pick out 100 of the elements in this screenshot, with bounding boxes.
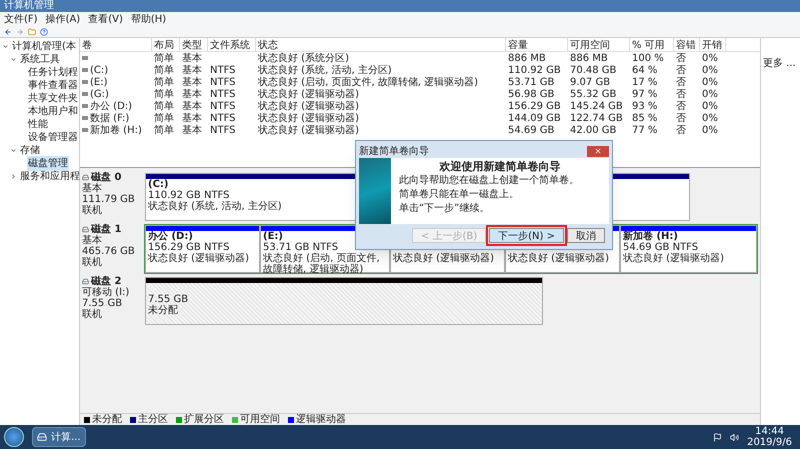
partition-status: 状态良好 (逻辑驱动器) xyxy=(148,253,249,264)
table-cell-text: 85 % xyxy=(632,112,658,126)
window-title: 计算机管理 xyxy=(4,1,54,11)
table-cell-text: 77 % xyxy=(632,124,658,138)
partition-size: 53.71 GB NTFS xyxy=(263,242,338,253)
disk-size: 465.76 GB xyxy=(82,246,136,257)
disk-state: 联机 xyxy=(82,309,103,320)
partition-status: 状态良好 (系统, 活动, 主分区) xyxy=(148,201,282,212)
table-cell-text: 状态良好 (逻辑驱动器) xyxy=(258,112,359,124)
table-cell-text: 基本 xyxy=(182,52,202,64)
disk-type: 可移动 (I:) xyxy=(82,287,130,298)
disk-state: 联机 xyxy=(82,257,103,268)
partition-size: 54.69 GB NTFS xyxy=(623,242,698,253)
table-cell-text: 新加卷 (H:) xyxy=(90,124,142,138)
table-cell-text: 数据 (F:) xyxy=(90,112,130,124)
table-cell-text: 否 xyxy=(676,64,686,77)
table-cell-text: 145.24 GB xyxy=(570,100,623,114)
disk-name: 磁盘 1 xyxy=(91,224,122,235)
table-cell-text: 97 % xyxy=(632,88,658,102)
table-cell-text: 93 % xyxy=(632,100,658,114)
partition-name: 办公 (D:) xyxy=(148,231,193,242)
table-cell-text: 简单 xyxy=(154,52,174,64)
table-cell-text: 简单 xyxy=(154,88,174,100)
table-cell-text: 100 % xyxy=(632,52,664,66)
table-cell-text: 55.32 GB xyxy=(570,88,616,102)
table-cell-text: 基本 xyxy=(182,88,202,100)
table-cell-text: NTFS xyxy=(210,64,236,78)
dialog-title: 新建简单卷向导 xyxy=(359,144,429,158)
partition-status: 状态良好 (启动, 页面文件, 故障转储, 逻辑驱动器) xyxy=(263,253,381,275)
partition-size: 110.92 GB NTFS xyxy=(148,190,230,201)
partition-name: (E:) xyxy=(263,231,283,242)
table-cell-text: 144.09 GB xyxy=(508,112,561,126)
table-cell-text: (C:) xyxy=(90,64,108,77)
dialog-text: 此向导帮助您在磁盘上创建一个简单卷。 xyxy=(399,175,580,186)
partition-status: 未分配 xyxy=(148,305,178,316)
table-cell-text: 简单 xyxy=(154,76,174,88)
table-cell-text: NTFS xyxy=(210,124,236,138)
disk-type: 基本 xyxy=(82,183,103,194)
table-cell-text: 0% xyxy=(702,100,718,114)
table-cell-text: 简单 xyxy=(154,112,174,124)
table-cell-text: 否 xyxy=(676,76,686,89)
table-cell-text: 状态良好 (逻辑驱动器) xyxy=(258,124,359,138)
table-cell-text: 0% xyxy=(702,64,718,78)
table-cell-text: 64 % xyxy=(632,64,658,78)
dialog-text: 单击“下一步”继续。 xyxy=(399,203,490,214)
table-cell-text: 0% xyxy=(702,124,718,138)
dialog-text: 简单卷只能在单一磁盘上。 xyxy=(399,189,520,200)
table-cell-text: 否 xyxy=(676,112,686,125)
table-cell-text: NTFS xyxy=(210,100,236,114)
partition-status: 状态良好 (逻辑驱动器) xyxy=(508,253,609,264)
partition-name: (C:) xyxy=(148,179,168,190)
table-cell-text: 110.92 GB xyxy=(508,64,561,78)
legend-label: 可用空间 xyxy=(240,414,280,424)
disk-state: 联机 xyxy=(82,205,103,216)
table-cell-text: 0% xyxy=(702,76,718,90)
table-cell-text: 42.00 GB xyxy=(570,124,616,138)
table-cell-text: NTFS xyxy=(210,88,236,102)
legend-label: 逻辑驱动器 xyxy=(296,414,346,424)
table-cell-text: 54.69 GB xyxy=(508,124,554,138)
disk-name: 磁盘 2 xyxy=(91,276,122,287)
table-cell-text: 886 MB xyxy=(570,52,608,66)
table-cell-text: 53.71 GB xyxy=(508,76,554,90)
table-cell-text: (G:) xyxy=(90,88,109,100)
table-cell-text: 简单 xyxy=(154,64,174,76)
table-cell-text: 状态良好 (启动, 页面文件, 故障转储, 逻辑驱动器) xyxy=(258,76,478,88)
table-cell-text: 0% xyxy=(702,52,718,66)
partition-size: 7.55 GB xyxy=(148,294,188,305)
table-cell-text: 状态良好 (系统, 活动, 主分区) xyxy=(258,64,392,76)
legend-label: 未分配 xyxy=(92,414,122,424)
partition-status: 状态良好 (逻辑驱动器) xyxy=(623,253,724,264)
table-cell-text: 否 xyxy=(676,52,686,65)
disk-name: 磁盘 0 xyxy=(91,172,122,183)
table-cell-text: 基本 xyxy=(182,76,202,88)
disk-size: 7.55 GB xyxy=(82,298,124,309)
table-cell-text: 状态良好 (系统分区) xyxy=(258,52,349,64)
partition-status: 状态良好 (逻辑驱动器) xyxy=(393,253,494,264)
partition-name: 新加卷 (H:) xyxy=(623,231,678,242)
table-cell-text: 0% xyxy=(702,88,718,102)
dialog-heading: 欢迎使用新建简单卷向导 xyxy=(438,161,562,172)
table-cell-text: NTFS xyxy=(210,76,236,90)
table-cell-text: 17 % xyxy=(632,76,658,90)
legend-label: 扩展分区 xyxy=(184,414,224,424)
table-cell-text: 否 xyxy=(676,88,686,101)
table-cell-text: 基本 xyxy=(182,64,202,76)
table-cell-text: 0% xyxy=(702,112,718,126)
table-cell-text: 基本 xyxy=(182,112,202,124)
table-cell-text: 否 xyxy=(676,124,686,138)
table-cell-text: 状态良好 (逻辑驱动器) xyxy=(258,88,359,100)
table-cell-text: 886 MB xyxy=(508,52,546,66)
table-cell-text: 基本 xyxy=(182,100,202,112)
table-cell-text: (E:) xyxy=(90,76,108,89)
table-cell-text: 56.98 GB xyxy=(508,88,554,102)
table-cell-text: 办公 (D:) xyxy=(90,100,132,113)
table-cell-text: 9.07 GB xyxy=(570,76,610,90)
partition-size: 156.29 GB NTFS xyxy=(148,242,230,253)
table-cell-text: 基本 xyxy=(182,124,202,138)
table-cell-text: 156.29 GB xyxy=(508,100,561,114)
table-cell-text: 否 xyxy=(676,100,686,113)
legend-label: 主分区 xyxy=(138,414,168,424)
disk-size: 111.79 GB xyxy=(82,194,136,205)
